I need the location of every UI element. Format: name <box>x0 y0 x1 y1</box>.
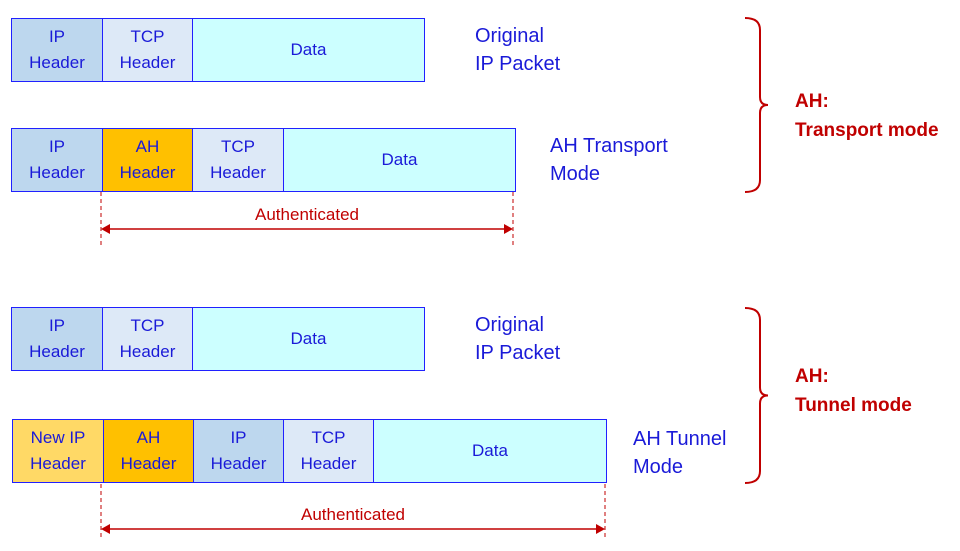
arrowhead-right-icon <box>596 524 605 534</box>
packet: IP Header TCP Header Data <box>11 307 425 371</box>
packet-caption: AH Transport Mode <box>550 135 668 185</box>
segment-ip-header: IP Header <box>12 308 103 370</box>
packet-caption: AH Tunnel Mode <box>633 428 727 478</box>
segment-ip-header: IP Header <box>194 420 284 482</box>
ah-modes-diagram: IP Header TCP Header Data Original IP Packe… <box>0 0 960 551</box>
segment-tcp-header: TCP Header <box>103 308 193 370</box>
packet-caption: Original IP Packet <box>475 25 561 75</box>
packet-caption: Original IP Packet <box>475 314 561 364</box>
arrowhead-left-icon <box>101 224 110 234</box>
segment-data: Data <box>374 420 606 482</box>
arrowhead-left-icon <box>101 524 110 534</box>
segment-data: Data <box>193 19 424 81</box>
packet: IP Header AH Header TCP Header Data <box>11 128 516 192</box>
authenticated-label: Authenticated <box>255 205 359 224</box>
segment-data: Data <box>193 308 424 370</box>
right-brace-icon <box>744 307 769 484</box>
mode-label: AH: Tunnel mode <box>795 366 912 416</box>
segment-tcp-header: TCP Header <box>103 19 193 81</box>
segment-new-ip-header: New IP Header <box>13 420 104 482</box>
segment-tcp-header: TCP Header <box>193 129 284 191</box>
arrowhead-right-icon <box>504 224 513 234</box>
authenticated-label: Authenticated <box>301 505 405 524</box>
segment-data: Data <box>284 129 515 191</box>
segment-ip-header: IP Header <box>12 129 103 191</box>
mode-label: AH: Transport mode <box>795 91 939 141</box>
segment-ah-header: AH Header <box>103 129 193 191</box>
packet: New IP Header AH Header IP Header TCP Heade… <box>12 419 607 483</box>
packet: IP Header TCP Header Data <box>11 18 425 82</box>
segment-tcp-header: TCP Header <box>284 420 374 482</box>
right-brace-icon <box>744 17 769 193</box>
segment-ip-header: IP Header <box>12 19 103 81</box>
segment-ah-header: AH Header <box>104 420 194 482</box>
